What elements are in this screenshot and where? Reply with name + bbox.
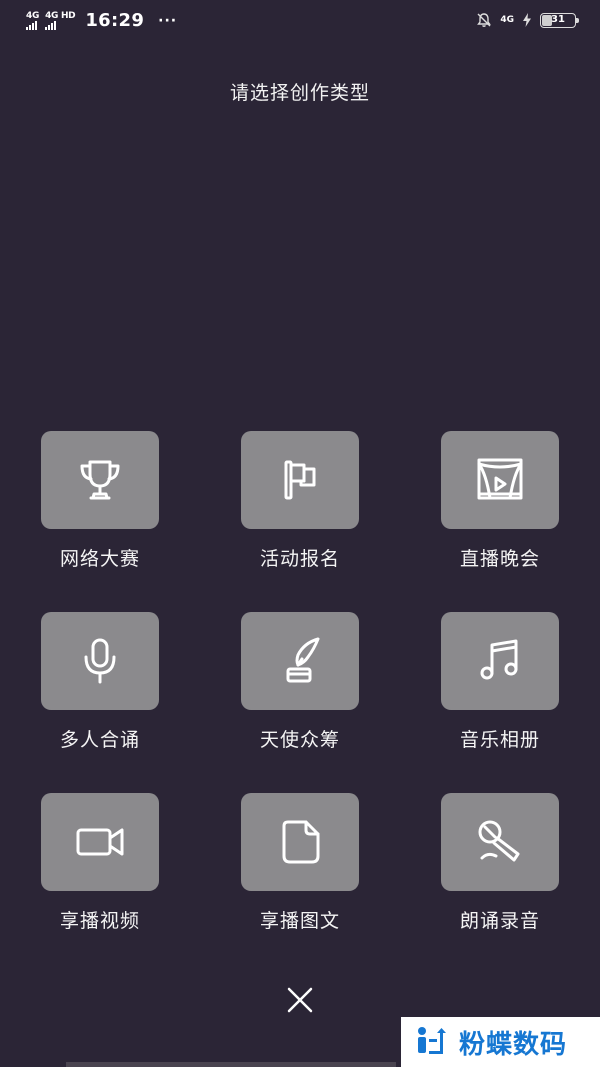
option-label: 多人合诵 [59,729,140,751]
option-label: 享播图文 [259,910,340,932]
option-label: 网络大赛 [59,548,140,570]
option-label: 直播晚会 [459,548,540,570]
option-label: 天使众筹 [259,729,340,751]
option-live-gala[interactable]: 直播晚会 [441,431,559,581]
quill-ink-icon [286,637,320,683]
option-label: 享播视频 [59,910,140,932]
option-crowdfunding[interactable]: 天使众筹 [241,612,359,762]
option-tile[interactable] [441,431,559,529]
option-contest[interactable]: 网络大赛 [41,431,159,581]
option-tile[interactable] [441,793,559,891]
option-label: 音乐相册 [459,729,540,751]
option-tile[interactable] [241,431,359,529]
close-icon [287,987,313,1013]
watermark: 粉蝶数码 [401,1017,600,1067]
watermark-logo-icon [418,1027,446,1054]
option-tile[interactable] [41,793,159,891]
video-camera-icon [76,828,124,856]
option-share-video[interactable]: 享播视频 [41,793,159,943]
document-icon [282,820,320,864]
music-note-icon [480,639,518,680]
option-event-signup[interactable]: 活动报名 [241,431,359,581]
bottom-strip [66,1062,396,1067]
option-tile[interactable] [441,612,559,710]
trophy-icon [80,460,120,500]
watermark-text: 粉蝶数码 [459,1029,568,1060]
option-tile[interactable] [241,793,359,891]
option-share-article[interactable]: 享播图文 [241,793,359,943]
option-tile[interactable] [41,431,159,529]
option-tile[interactable] [41,612,159,710]
option-recitation-recording[interactable]: 朗诵录音 [441,793,559,943]
flag-icon [284,460,316,500]
option-group-recital[interactable]: 多人合诵 [41,612,159,762]
option-music-album[interactable]: 音乐相册 [441,612,559,762]
option-label: 活动报名 [259,548,340,570]
option-tile[interactable] [241,612,359,710]
microphone-icon [84,638,116,684]
stage-icon [477,458,523,500]
creation-type-grid: 网络大赛 活动报名 直播晚会 多人合诵 天使众筹 音乐相册 享播视频 享播图文 … [0,0,600,1067]
close-button[interactable] [280,980,320,1020]
option-label: 朗诵录音 [459,910,540,932]
handheld-mic-icon [478,820,520,862]
